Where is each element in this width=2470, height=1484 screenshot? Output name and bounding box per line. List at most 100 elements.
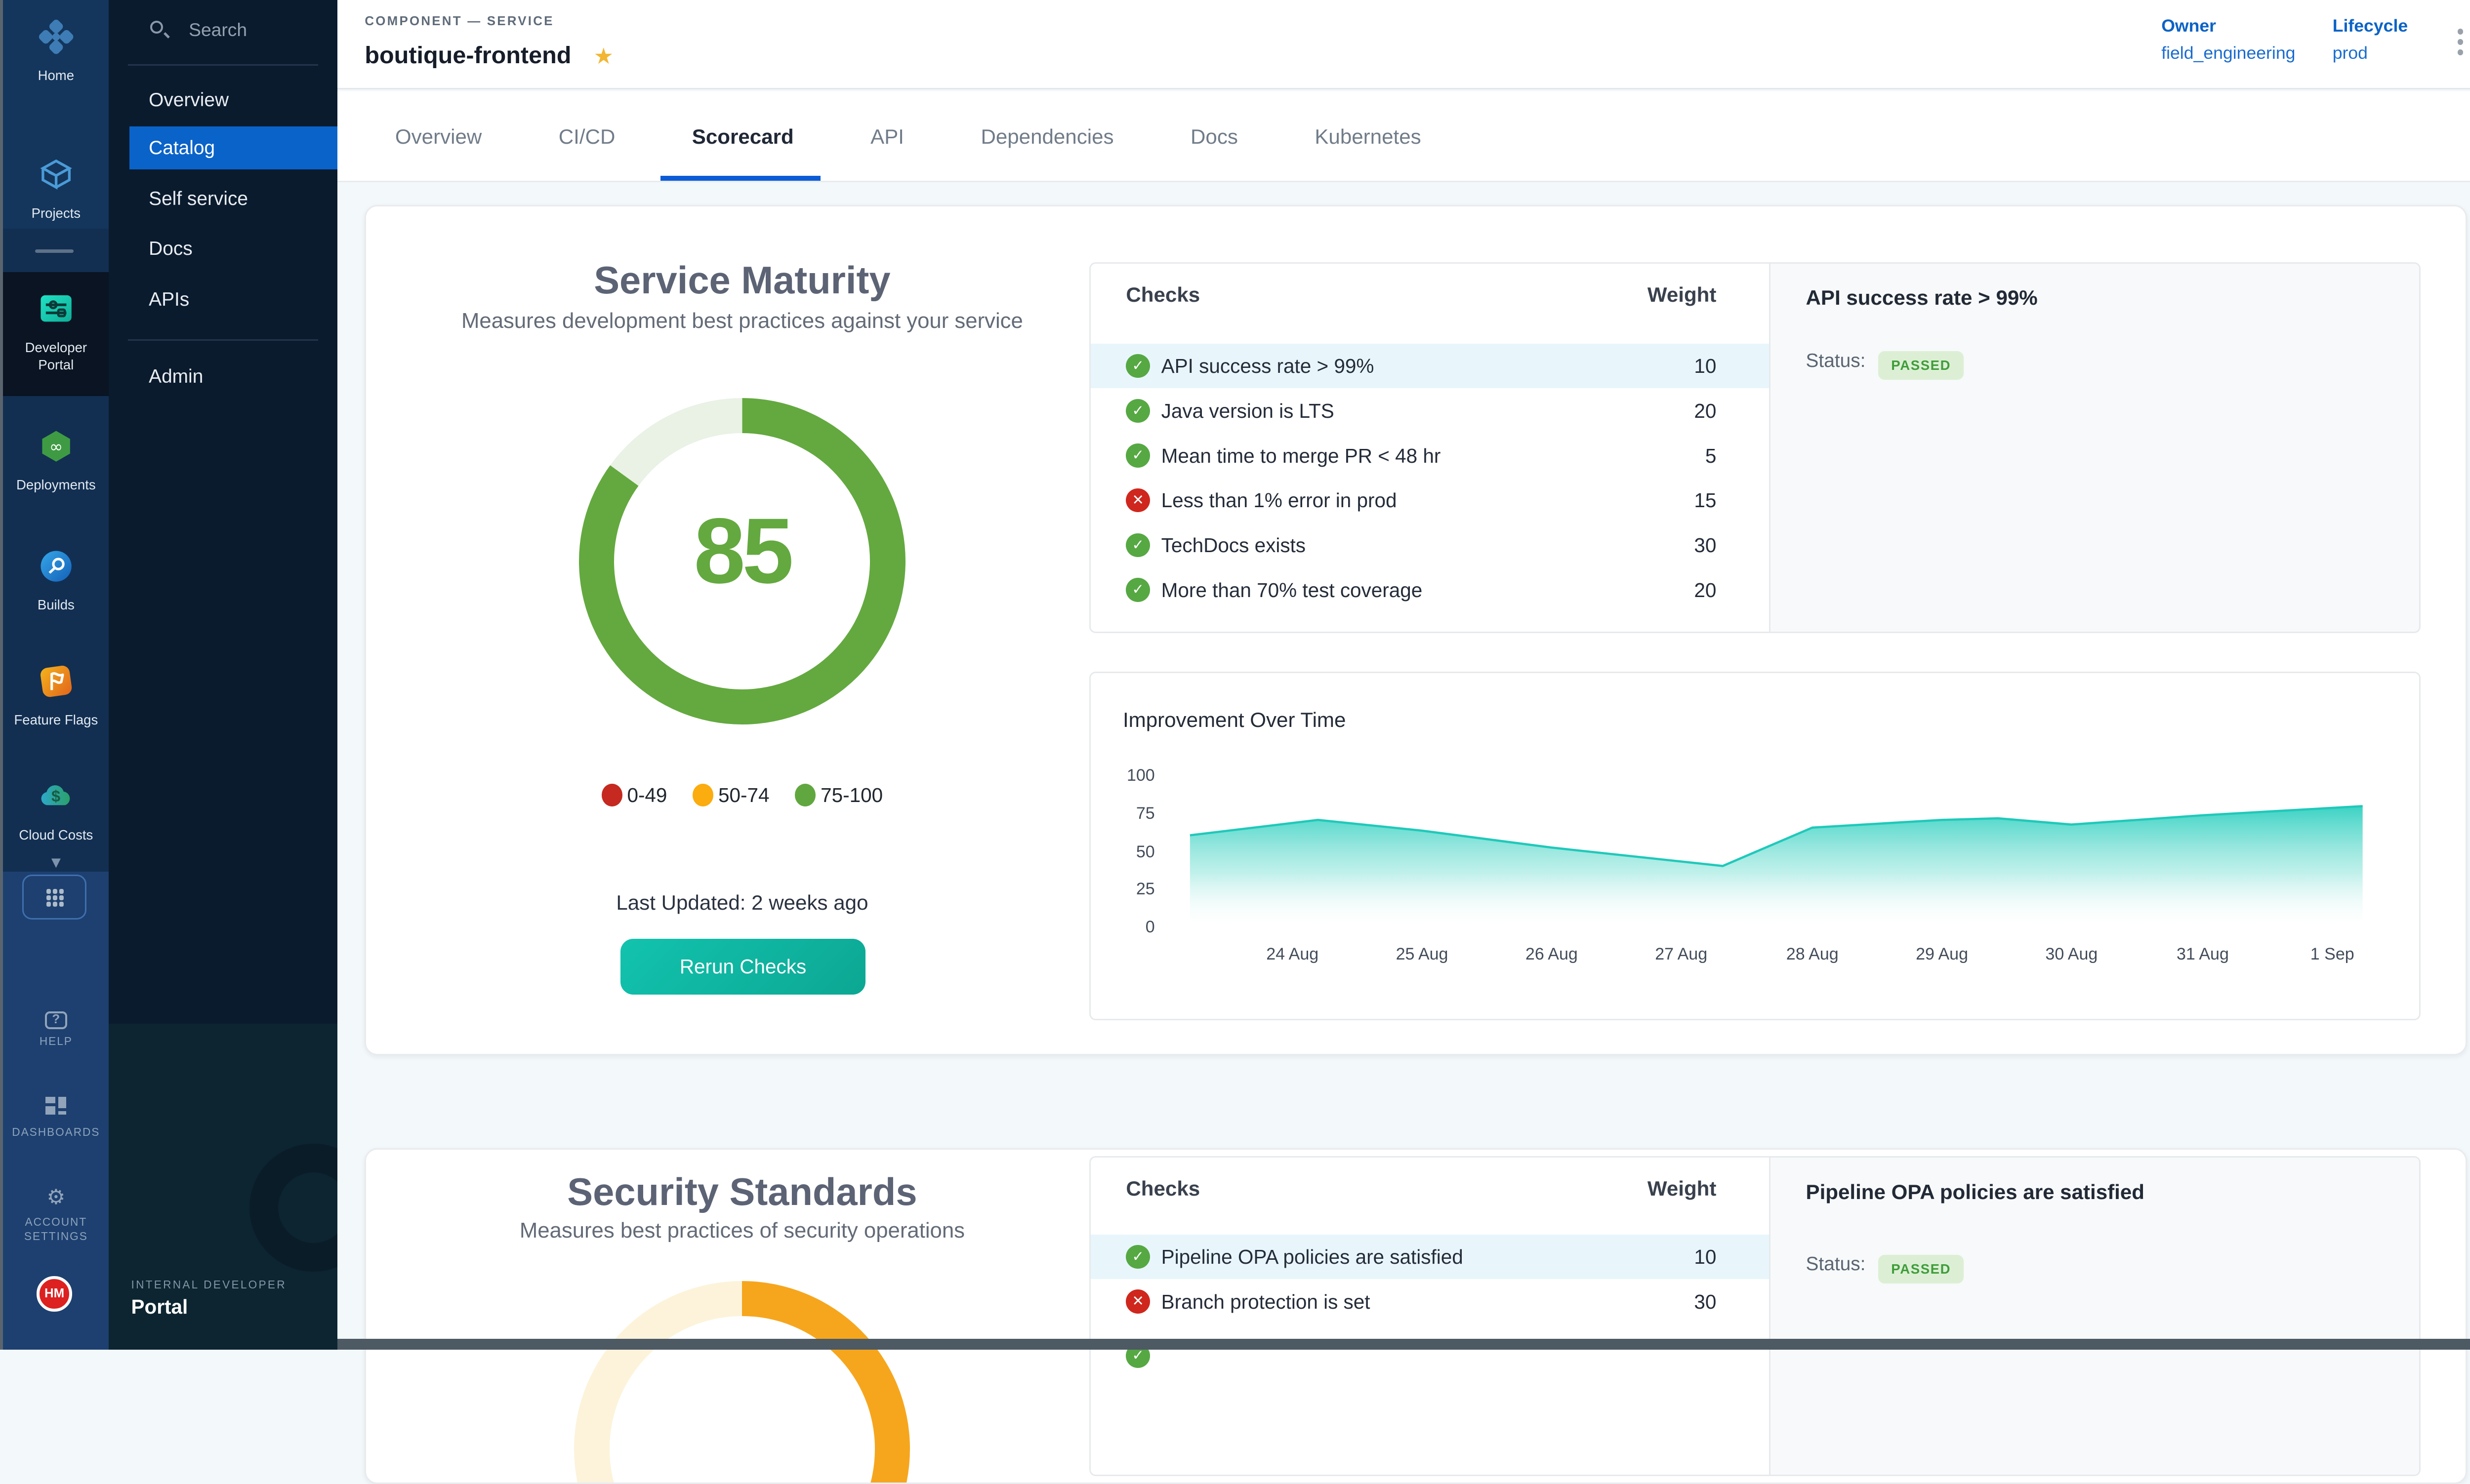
check-row[interactable]: ✓ TechDocs exists 30 <box>1091 522 1769 567</box>
rerun-checks-button[interactable]: Rerun Checks <box>620 939 865 995</box>
cloud-dollar-icon: $ <box>39 779 74 814</box>
check-weight: 20 <box>1091 400 1716 423</box>
module-home[interactable]: Home <box>3 19 109 84</box>
sidebar-item-apis[interactable]: APIs <box>129 278 337 321</box>
sidebar-item-catalog[interactable]: Catalog <box>129 126 337 169</box>
legend-label: 75-100 <box>821 784 883 807</box>
check-row[interactable]: ✓ Java version is LTS 20 <box>1091 388 1769 433</box>
check-row[interactable]: ✓ More than 70% test coverage 20 <box>1091 567 1769 612</box>
sidebar-item-docs[interactable]: Docs <box>129 227 337 270</box>
check-detail-panel: Pipeline OPA policies are satisfied Stat… <box>1769 1158 2420 1475</box>
module-feature-flags[interactable]: Feature Flags <box>3 664 109 729</box>
maturity-score: 85 <box>579 497 906 604</box>
checks-panel: Checks Weight ✓ Pipeline OPA policies ar… <box>1089 1156 2420 1476</box>
check-weight: 10 <box>1091 355 1716 378</box>
gear-icon: ⚙ <box>46 1185 65 1208</box>
y-tick: 0 <box>1107 918 1155 937</box>
svg-text:∞: ∞ <box>49 437 63 456</box>
favorite-star-icon[interactable]: ★ <box>593 43 614 69</box>
check-weight: 30 <box>1091 534 1716 557</box>
dashboard-grid-icon <box>45 1097 66 1115</box>
scorecard-title: Service Maturity <box>366 259 1118 303</box>
svg-text:$: $ <box>51 787 60 805</box>
chart-title: Improvement Over Time <box>1123 708 1346 732</box>
chevron-down-icon[interactable]: ▼ <box>48 853 64 871</box>
sidebar-item-self-service[interactable]: Self service <box>129 177 337 220</box>
search-input[interactable]: Search <box>128 16 318 51</box>
check-status: Status:PASSED <box>1806 1253 1964 1283</box>
module-picker-button[interactable] <box>22 875 86 920</box>
cube-icon <box>39 157 74 192</box>
user-avatar[interactable]: HM <box>37 1276 72 1311</box>
tab-cicd[interactable]: CI/CD <box>559 125 616 149</box>
score-legend: 0-49 50-74 75-100 <box>366 784 1118 807</box>
check-detail-title: Pipeline OPA policies are satisfied <box>1806 1180 2144 1204</box>
checks-panel: Checks Weight ✓ API success rate > 99% 1… <box>1089 262 2420 633</box>
module-label: Cloud Costs <box>3 826 109 844</box>
y-tick: 75 <box>1107 804 1155 823</box>
status-label: Status: <box>1806 350 1866 371</box>
search-placeholder: Search <box>189 19 247 40</box>
check-weight: 10 <box>1091 1245 1716 1269</box>
sidebar-divider <box>128 64 318 66</box>
scorecard-security-standards: Security Standards Measures best practic… <box>365 1148 2467 1484</box>
sidebar-footer-eyebrow: INTERNAL DEVELOPER <box>131 1278 287 1291</box>
pipeline-icon: ∞ <box>39 429 74 464</box>
legend-label: 0-49 <box>627 784 667 807</box>
module-rail: Home Projects Developer Portal ∞ Deploym… <box>0 0 109 1350</box>
x-tick: 26 Aug <box>1504 945 1600 964</box>
flag-icon <box>39 664 74 699</box>
entity-tabs: Overview CI/CD Scorecard API Dependencie… <box>337 91 2470 183</box>
x-tick: 28 Aug <box>1765 945 1860 964</box>
check-detail-title: API success rate > 99% <box>1806 286 2038 310</box>
scorecard-title: Security Standards <box>366 1170 1118 1214</box>
chat-question-icon: ? <box>45 1011 67 1029</box>
legend-dot-green <box>795 784 816 806</box>
module-cloud-costs[interactable]: $ Cloud Costs ▼ <box>3 779 109 874</box>
security-donut-chart <box>574 1281 910 1484</box>
module-deployments[interactable]: ∞ Deployments <box>3 429 109 494</box>
check-row[interactable]: ✓ Pipeline OPA policies are satisfied 10 <box>1091 1235 1769 1280</box>
tab-scorecard[interactable]: Scorecard <box>692 125 794 149</box>
check-row[interactable]: ✓ API success rate > 99% 10 <box>1091 344 1769 389</box>
sliders-icon <box>39 291 74 326</box>
account-settings-label: ACCOUNT SETTINGS <box>14 1215 97 1243</box>
help-label: HELP <box>3 1034 109 1048</box>
breadcrumb: COMPONENT — SERVICE <box>365 14 554 29</box>
module-label: Feature Flags <box>3 711 109 729</box>
module-label: Deployments <box>3 476 109 494</box>
check-row[interactable]: ✓ Mean time to merge PR < 48 hr 5 <box>1091 433 1769 478</box>
tab-overview[interactable]: Overview <box>395 125 482 149</box>
x-tick: 29 Aug <box>1894 945 1990 964</box>
dashboards-button[interactable]: DASHBOARDS <box>3 1091 109 1140</box>
module-builds[interactable]: Builds <box>3 549 109 614</box>
owner-link[interactable]: field_engineering <box>2161 43 2295 63</box>
y-tick: 50 <box>1107 842 1155 862</box>
module-projects[interactable]: Projects <box>3 157 109 222</box>
sidebar-footer-title: Portal <box>131 1295 188 1319</box>
account-settings-button[interactable]: ⚙ ACCOUNT SETTINGS <box>3 1180 109 1243</box>
tab-api[interactable]: API <box>870 125 904 149</box>
legend-dot-red <box>602 784 622 806</box>
check-weight: 15 <box>1091 489 1716 512</box>
lifecycle-label: Lifecycle <box>2333 16 2408 36</box>
rail-divider <box>35 249 74 252</box>
sidebar-item-admin[interactable]: Admin <box>129 355 337 398</box>
more-options-button[interactable] <box>2449 29 2470 61</box>
module-developer-portal[interactable]: Developer Portal <box>3 272 109 397</box>
legend-label: 50-74 <box>718 784 770 807</box>
x-tick: 24 Aug <box>1244 945 1340 964</box>
tab-dependencies[interactable]: Dependencies <box>981 125 1113 149</box>
sidebar-item-overview[interactable]: Overview <box>129 79 337 121</box>
x-tick: 30 Aug <box>2023 945 2119 964</box>
module-label: Developer Portal <box>9 339 102 374</box>
grid-icon <box>46 889 51 894</box>
help-button[interactable]: ? HELP <box>3 1000 109 1048</box>
owner-label: Owner <box>2161 16 2216 36</box>
tab-kubernetes[interactable]: Kubernetes <box>1315 125 1421 149</box>
check-row[interactable]: ✕ Less than 1% error in prod 15 <box>1091 478 1769 523</box>
weight-header: Weight <box>1091 283 1716 307</box>
check-row[interactable]: ✕ Branch protection is set 30 <box>1091 1279 1769 1324</box>
tab-docs[interactable]: Docs <box>1191 125 1238 149</box>
module-label: Home <box>3 67 109 84</box>
